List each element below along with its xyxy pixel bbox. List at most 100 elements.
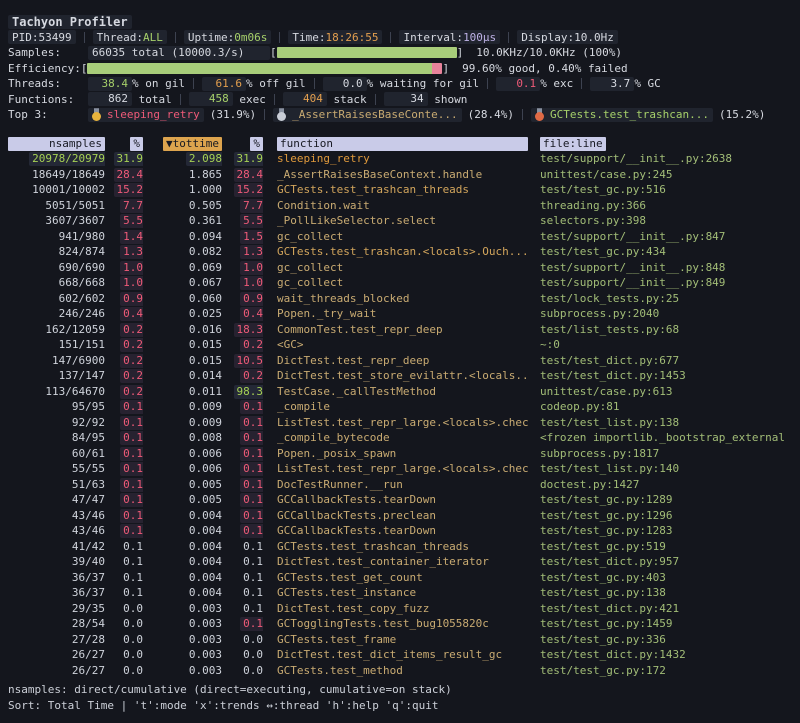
status-segment: PID: 53499 — [8, 30, 76, 44]
cell-function: DictTest.test_repr_deep — [263, 353, 528, 369]
table-row[interactable]: 824/874 1.3 0.082 1.3 GCTests.test_trash… — [8, 244, 792, 260]
bar-close-bracket: ] — [457, 46, 464, 59]
table-row[interactable]: 92/92 0.1 0.009 0.1 ListTest.test_repr_l… — [8, 415, 792, 431]
table-row[interactable]: 29/35 0.0 0.003 0.1 DictTest.test_copy_f… — [8, 601, 792, 617]
table-row[interactable]: 84/95 0.1 0.008 0.1 _compile_bytecode <f… — [8, 430, 792, 446]
table-row[interactable]: 47/47 0.1 0.005 0.1 GCCallbackTests.tear… — [8, 492, 792, 508]
table-row[interactable]: 162/12059 0.2 0.016 18.3 CommonTest.test… — [8, 322, 792, 338]
efficiency-bar — [87, 63, 442, 74]
cell-percent: 0.1 — [105, 492, 143, 508]
table-row[interactable]: 18649/18649 28.4 1.865 28.4 _AssertRaise… — [8, 167, 792, 183]
cell-nsamples: 113/64670 — [8, 384, 105, 400]
cell-fileline: ~:0 — [528, 337, 792, 353]
cell-function: CommonTest.test_repr_deep — [263, 322, 528, 338]
functions-count: 458 — [189, 92, 233, 106]
efficiency-good-segment — [87, 63, 432, 74]
top3-function-name: sleeping_retry — [107, 108, 200, 121]
table-header: nsamples % ▼tottime % function file:line — [8, 136, 792, 152]
medal-icon — [277, 108, 286, 121]
column-header-nsamples[interactable]: nsamples — [8, 136, 105, 152]
cell-tottime: 0.015 — [143, 337, 222, 353]
cell-nsamples: 51/63 — [8, 477, 105, 493]
table-row[interactable]: 41/42 0.1 0.004 0.1 GCTests.test_trashca… — [8, 539, 792, 555]
column-header-cumpercent[interactable]: % — [222, 136, 263, 152]
cell-nsamples: 28/54 — [8, 616, 105, 632]
functions-unit: total — [132, 93, 172, 106]
table-row[interactable]: 26/27 0.0 0.003 0.0 DictTest.test_dict_i… — [8, 647, 792, 663]
cell-percent: 0.0 — [105, 601, 143, 617]
table-row[interactable]: 28/54 0.0 0.003 0.1 GCTogglingTests.test… — [8, 616, 792, 632]
table-row[interactable]: 36/37 0.1 0.004 0.1 GCTests.test_get_cou… — [8, 570, 792, 586]
table-row[interactable]: 113/64670 0.2 0.011 98.3 TestCase._callT… — [8, 384, 792, 400]
cell-percent: 0.1 — [105, 461, 143, 477]
cell-percent: 1.4 — [105, 229, 143, 245]
cell-tottime: 2.098 — [143, 151, 222, 167]
cell-percent: 0.1 — [105, 477, 143, 493]
top3-label: Top 3: — [8, 108, 88, 121]
table-row[interactable]: 43/46 0.1 0.004 0.1 GCCallbackTests.tear… — [8, 523, 792, 539]
table-row[interactable]: 3607/3607 5.5 0.361 5.5 _PollLikeSelecto… — [8, 213, 792, 229]
table-row[interactable]: 39/40 0.1 0.004 0.1 DictTest.test_contai… — [8, 554, 792, 570]
cell-percent: 0.2 — [105, 322, 143, 338]
cell-nsamples: 60/61 — [8, 446, 105, 462]
cell-fileline: unittest/case.py:613 — [528, 384, 792, 400]
column-header-tottime-sorted[interactable]: ▼tottime — [143, 136, 222, 152]
cell-fileline: test/test_gc.py:519 — [528, 539, 792, 555]
cell-tottime: 0.016 — [143, 322, 222, 338]
cell-function: <GC> — [263, 337, 528, 353]
cell-cumpercent: 98.3 — [222, 384, 263, 400]
column-header-fileline[interactable]: file:line — [528, 136, 792, 152]
table-row[interactable]: 26/27 0.0 0.003 0.0 GCTests.test_method … — [8, 663, 792, 679]
status-value: ALL — [143, 31, 163, 44]
cell-nsamples: 10001/10002 — [8, 182, 105, 198]
table-row[interactable]: 5051/5051 7.7 0.505 7.7 Condition.wait t… — [8, 198, 792, 214]
samples-rate: 10.0KHz/10.0KHz (100%) — [476, 46, 622, 59]
cell-fileline: test/test_dict.py:1453 — [528, 368, 792, 384]
table-row[interactable]: 95/95 0.1 0.009 0.1 _compile codeop.py:8… — [8, 399, 792, 415]
table-row[interactable]: 36/37 0.1 0.004 0.1 GCTests.test_instanc… — [8, 585, 792, 601]
table-row[interactable]: 10001/10002 15.2 1.000 15.2 GCTests.test… — [8, 182, 792, 198]
cell-percent: 0.0 — [105, 632, 143, 648]
cell-tottime: 0.005 — [143, 492, 222, 508]
cell-nsamples: 39/40 — [8, 554, 105, 570]
cell-nsamples: 36/37 — [8, 570, 105, 586]
profiler-terminal: Tachyon Profiler PID: 53499 Thread: ALL … — [0, 0, 800, 713]
table-row[interactable]: 43/46 0.1 0.004 0.1 GCCallbackTests.prec… — [8, 508, 792, 524]
table-row[interactable]: 60/61 0.1 0.006 0.1 Popen._posix_spawn s… — [8, 446, 792, 462]
table-row[interactable]: 137/147 0.2 0.014 0.2 DictTest.test_stor… — [8, 368, 792, 384]
functions-unit: shown — [428, 93, 468, 106]
table-row[interactable]: 690/690 1.0 0.069 1.0 gc_collect test/su… — [8, 260, 792, 276]
cell-tottime: 0.003 — [143, 601, 222, 617]
table-row[interactable]: 668/668 1.0 0.067 1.0 gc_collect test/su… — [8, 275, 792, 291]
bar-close-bracket: ] — [442, 62, 449, 75]
cell-fileline: test/test_gc.py:516 — [528, 182, 792, 198]
cell-nsamples: 246/246 — [8, 306, 105, 322]
column-header-percent[interactable]: % — [105, 136, 143, 152]
cell-cumpercent: 15.2 — [222, 182, 263, 198]
table-row[interactable]: 147/6900 0.2 0.015 10.5 DictTest.test_re… — [8, 353, 792, 369]
table-row[interactable]: 941/980 1.4 0.094 1.5 gc_collect test/su… — [8, 229, 792, 245]
efficiency-text: 99.60% good, 0.40% failed — [462, 62, 628, 75]
table-row[interactable]: 20978/20979 31.9 2.098 31.9 sleeping_ret… — [8, 151, 792, 167]
table-row[interactable]: 51/63 0.1 0.005 0.1 DocTestRunner.__run … — [8, 477, 792, 493]
cell-function: GCTests.test_trashcan.<locals>.Ouch.... — [263, 244, 528, 260]
table-row[interactable]: 27/28 0.0 0.003 0.0 GCTests.test_frame t… — [8, 632, 792, 648]
cell-function: Popen._try_wait — [263, 306, 528, 322]
cell-nsamples: 5051/5051 — [8, 198, 105, 214]
top3-entry: sleeping_retry (31.9%) — [88, 108, 256, 122]
table-row[interactable]: 246/246 0.4 0.025 0.4 Popen._try_wait su… — [8, 306, 792, 322]
column-header-function[interactable]: function — [263, 136, 528, 152]
separator — [180, 94, 181, 105]
cell-fileline: test/support/__init__.py:2638 — [528, 151, 792, 167]
threads-segment: 0.0 % waiting for gil — [306, 77, 480, 91]
cell-tottime: 0.009 — [143, 415, 222, 431]
cell-tottime: 0.004 — [143, 554, 222, 570]
table-row[interactable]: 151/151 0.2 0.015 0.2 <GC> ~:0 — [8, 337, 792, 353]
status-segment: Interval: 100µs — [382, 30, 500, 44]
table-row[interactable]: 602/602 0.9 0.060 0.9 wait_threads_block… — [8, 291, 792, 307]
cell-fileline: test/test_gc.py:1296 — [528, 508, 792, 524]
table-row[interactable]: 55/55 0.1 0.006 0.1 ListTest.test_repr_l… — [8, 461, 792, 477]
cell-cumpercent: 1.5 — [222, 229, 263, 245]
page-title: Tachyon Profiler — [8, 15, 132, 29]
cell-fileline: <frozen importlib._bootstrap_external — [528, 430, 792, 446]
